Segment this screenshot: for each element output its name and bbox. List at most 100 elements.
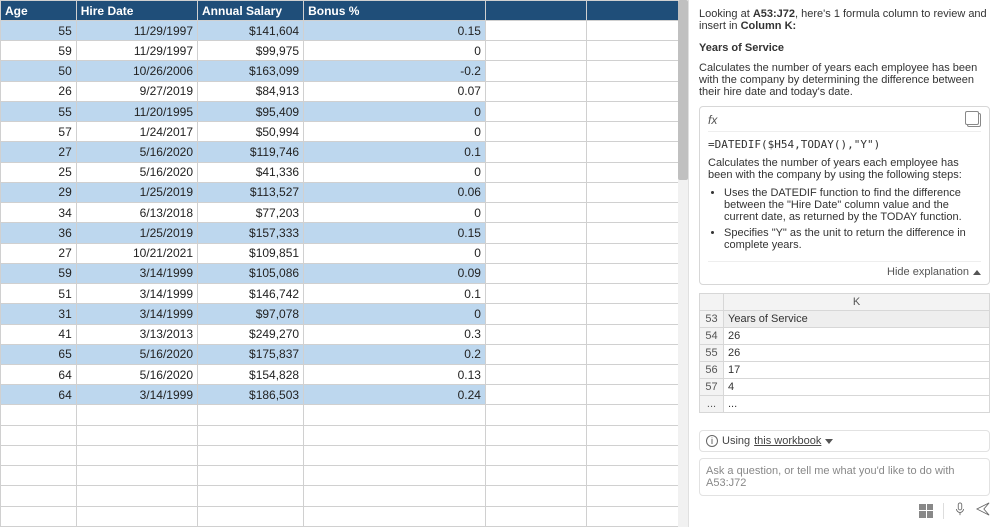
table-row[interactable]: 5511/29/1997$141,6040.15: [1, 21, 688, 41]
cell-salary[interactable]: $146,742: [198, 284, 304, 304]
cell-empty[interactable]: [1, 445, 77, 465]
cell-empty[interactable]: [485, 61, 586, 81]
cell-empty[interactable]: [586, 142, 687, 162]
cell-empty[interactable]: [586, 21, 687, 41]
cell-empty[interactable]: [586, 486, 687, 506]
cell-empty[interactable]: [586, 101, 687, 121]
cell-empty[interactable]: [485, 486, 586, 506]
cell-empty[interactable]: [1, 466, 77, 486]
cell-age[interactable]: 57: [1, 122, 77, 142]
cell-empty[interactable]: [485, 122, 586, 142]
cell-bonus[interactable]: 0: [304, 122, 486, 142]
cell-empty[interactable]: [485, 41, 586, 61]
table-row[interactable]: 255/16/2020$41,3360: [1, 162, 688, 182]
col-header-age[interactable]: Age: [1, 1, 77, 21]
cell-empty[interactable]: [586, 304, 687, 324]
cell-empty[interactable]: [586, 203, 687, 223]
table-row[interactable]: 313/14/1999$97,0780: [1, 304, 688, 324]
table-row[interactable]: 346/13/2018$77,2030: [1, 203, 688, 223]
cell-age[interactable]: 50: [1, 61, 77, 81]
cell-empty[interactable]: [586, 41, 687, 61]
cell-empty[interactable]: [485, 21, 586, 41]
cell-empty[interactable]: [485, 425, 586, 445]
cell-hire[interactable]: 1/25/2019: [76, 223, 197, 243]
table-row[interactable]: 269/27/2019$84,9130.07: [1, 81, 688, 101]
cell-empty[interactable]: [485, 203, 586, 223]
cell-bonus[interactable]: 0.13: [304, 364, 486, 384]
cell-hire[interactable]: 10/21/2021: [76, 243, 197, 263]
cell-salary[interactable]: $249,270: [198, 324, 304, 344]
cell-salary[interactable]: $77,203: [198, 203, 304, 223]
cell-salary[interactable]: $95,409: [198, 101, 304, 121]
cell-empty[interactable]: [485, 142, 586, 162]
cell-empty[interactable]: [586, 466, 687, 486]
table-row[interactable]: 5010/26/2006$163,099-0.2: [1, 61, 688, 81]
cell-empty[interactable]: [304, 466, 486, 486]
hide-explanation-link[interactable]: Hide explanation: [708, 261, 981, 278]
cell-bonus[interactable]: 0.1: [304, 284, 486, 304]
cell-salary[interactable]: $163,099: [198, 61, 304, 81]
cell-empty[interactable]: [485, 506, 586, 526]
table-row-empty[interactable]: [1, 425, 688, 445]
cell-empty[interactable]: [304, 486, 486, 506]
cell-empty[interactable]: [198, 425, 304, 445]
cell-empty[interactable]: [76, 506, 197, 526]
cell-empty[interactable]: [586, 324, 687, 344]
cell-empty[interactable]: [304, 445, 486, 465]
table-row-empty[interactable]: [1, 445, 688, 465]
cell-empty[interactable]: [76, 445, 197, 465]
cell-age[interactable]: 27: [1, 243, 77, 263]
cell-bonus[interactable]: 0.24: [304, 385, 486, 405]
cell-age[interactable]: 27: [1, 142, 77, 162]
cell-empty[interactable]: [586, 445, 687, 465]
cell-salary[interactable]: $105,086: [198, 263, 304, 283]
vertical-scrollbar[interactable]: [678, 0, 688, 527]
cell-hire[interactable]: 11/29/1997: [76, 21, 197, 41]
table-row[interactable]: 2710/21/2021$109,8510: [1, 243, 688, 263]
cell-empty[interactable]: [304, 405, 486, 425]
table-row-empty[interactable]: [1, 486, 688, 506]
cell-salary[interactable]: $113,527: [198, 182, 304, 202]
cell-empty[interactable]: [586, 506, 687, 526]
cell-empty[interactable]: [485, 81, 586, 101]
cell-hire[interactable]: 3/14/1999: [76, 284, 197, 304]
cell-hire[interactable]: 11/29/1997: [76, 41, 197, 61]
cell-empty[interactable]: [485, 466, 586, 486]
table-row[interactable]: 5511/20/1995$95,4090: [1, 101, 688, 121]
table-row-empty[interactable]: [1, 466, 688, 486]
cell-empty[interactable]: [485, 385, 586, 405]
cell-salary[interactable]: $157,333: [198, 223, 304, 243]
copy-icon[interactable]: [967, 113, 981, 127]
cell-hire[interactable]: 1/25/2019: [76, 182, 197, 202]
cell-salary[interactable]: $97,078: [198, 304, 304, 324]
cell-age[interactable]: 59: [1, 263, 77, 283]
table-row[interactable]: 5911/29/1997$99,9750: [1, 41, 688, 61]
context-pill[interactable]: i Using this workbook: [699, 430, 990, 452]
cell-hire[interactable]: 5/16/2020: [76, 344, 197, 364]
col-header-blank2[interactable]: [586, 1, 687, 21]
cell-bonus[interactable]: 0.07: [304, 81, 486, 101]
cell-empty[interactable]: [1, 425, 77, 445]
cell-salary[interactable]: $84,913: [198, 81, 304, 101]
cell-bonus[interactable]: 0: [304, 101, 486, 121]
cell-empty[interactable]: [76, 425, 197, 445]
cell-hire[interactable]: 5/16/2020: [76, 364, 197, 384]
cell-empty[interactable]: [586, 61, 687, 81]
table-row[interactable]: 643/14/1999$186,5030.24: [1, 385, 688, 405]
cell-hire[interactable]: 5/16/2020: [76, 142, 197, 162]
table-row-empty[interactable]: [1, 506, 688, 526]
cell-bonus[interactable]: -0.2: [304, 61, 486, 81]
cell-empty[interactable]: [304, 425, 486, 445]
table-row[interactable]: 291/25/2019$113,5270.06: [1, 182, 688, 202]
col-header-hire[interactable]: Hire Date: [76, 1, 197, 21]
table-row[interactable]: 361/25/2019$157,3330.15: [1, 223, 688, 243]
cell-empty[interactable]: [586, 223, 687, 243]
cell-bonus[interactable]: 0.1: [304, 142, 486, 162]
cell-age[interactable]: 41: [1, 324, 77, 344]
cell-hire[interactable]: 3/14/1999: [76, 304, 197, 324]
cell-bonus[interactable]: 0: [304, 203, 486, 223]
cell-empty[interactable]: [586, 344, 687, 364]
grid-view-icon[interactable]: [919, 504, 933, 518]
cell-age[interactable]: 64: [1, 364, 77, 384]
cell-empty[interactable]: [485, 405, 586, 425]
